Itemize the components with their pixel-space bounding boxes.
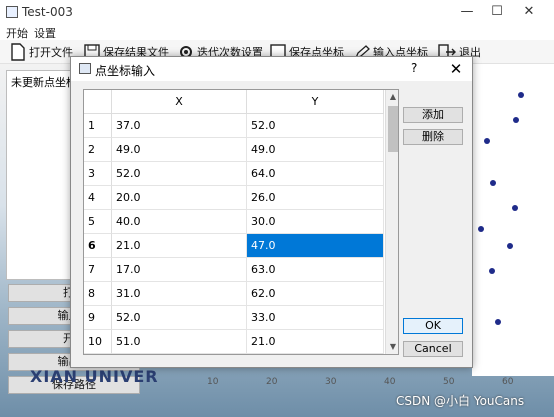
cell-y[interactable]: 64.0 bbox=[247, 162, 384, 186]
plot-point bbox=[513, 117, 519, 123]
scatter-plot bbox=[472, 64, 554, 376]
plot-point bbox=[507, 243, 513, 249]
x-tick: 30 bbox=[325, 377, 337, 387]
file-icon bbox=[11, 43, 25, 61]
dialog-title-bar: 点坐标输入 ? ✕ bbox=[71, 57, 472, 81]
add-button[interactable]: 添加 bbox=[403, 107, 463, 123]
row-header[interactable]: 9 bbox=[84, 306, 112, 330]
point-input-dialog: 点坐标输入 ? ✕ X Y 1 37.0 52.0 2 49.0 49.0 3 52.0 64.… bbox=[70, 56, 473, 368]
x-tick: 40 bbox=[384, 377, 396, 387]
cell-x[interactable]: 21.0 bbox=[112, 234, 247, 258]
row-header[interactable]: 7 bbox=[84, 258, 112, 282]
menu-settings[interactable]: 设置 bbox=[34, 25, 56, 41]
row-header[interactable]: 4 bbox=[84, 186, 112, 210]
cell-y[interactable]: 52.0 bbox=[247, 114, 384, 138]
row-header[interactable]: 1 bbox=[84, 114, 112, 138]
cell-x[interactable]: 20.0 bbox=[112, 186, 247, 210]
dialog-title: 点坐标输入 bbox=[95, 64, 156, 78]
x-tick: 50 bbox=[443, 377, 455, 387]
row-header[interactable]: 6 bbox=[84, 234, 112, 258]
cell-y[interactable]: 47.0 bbox=[247, 234, 384, 258]
help-button[interactable]: ? bbox=[411, 61, 417, 75]
menu-bar: 开始 设置 bbox=[0, 24, 554, 40]
row-header[interactable]: 2 bbox=[84, 138, 112, 162]
plot-canvas bbox=[478, 92, 524, 325]
title-bar: Test-003 — ☐ ✕ bbox=[0, 0, 554, 24]
row-header[interactable]: 8 bbox=[84, 282, 112, 306]
watermark: CSDN @小白 YouCans bbox=[396, 394, 525, 408]
open-file-label: 打开文件 bbox=[29, 46, 73, 59]
window-title: Test-003 bbox=[22, 5, 73, 19]
column-header-x[interactable]: X bbox=[112, 90, 247, 114]
cancel-button[interactable]: Cancel bbox=[403, 341, 463, 357]
x-tick: 10 bbox=[207, 377, 219, 387]
plot-point bbox=[495, 319, 501, 325]
close-icon[interactable]: ✕ bbox=[514, 2, 544, 22]
x-tick: 60 bbox=[502, 377, 514, 387]
status-text: 未更新点坐标 bbox=[11, 76, 77, 89]
cell-x[interactable]: 52.0 bbox=[112, 306, 247, 330]
cell-x[interactable]: 52.0 bbox=[112, 162, 247, 186]
app-icon bbox=[6, 6, 18, 18]
table-corner[interactable] bbox=[84, 90, 112, 114]
minimize-icon[interactable]: — bbox=[452, 2, 482, 22]
close-icon[interactable]: ✕ bbox=[445, 58, 467, 80]
cell-y[interactable]: 49.0 bbox=[247, 138, 384, 162]
plot-point bbox=[484, 138, 490, 144]
maximize-icon[interactable]: ☐ bbox=[482, 2, 512, 22]
row-header[interactable]: 5 bbox=[84, 210, 112, 234]
coordinate-table: X Y 1 37.0 52.0 2 49.0 49.0 3 52.0 64.0 4 20.0 26.0… bbox=[83, 89, 399, 355]
plot-point bbox=[478, 226, 484, 232]
table-scrollbar[interactable]: ▲ ▼ bbox=[385, 90, 398, 354]
open-file-button[interactable]: 打开文件 bbox=[10, 42, 73, 62]
plot-point bbox=[489, 268, 495, 274]
plot-point bbox=[512, 205, 518, 211]
cell-x[interactable]: 51.0 bbox=[112, 330, 247, 354]
x-tick: 20 bbox=[266, 377, 278, 387]
cell-y[interactable]: 63.0 bbox=[247, 258, 384, 282]
delete-button[interactable]: 删除 bbox=[403, 129, 463, 145]
cell-x[interactable]: 40.0 bbox=[112, 210, 247, 234]
cell-y[interactable]: 33.0 bbox=[247, 306, 384, 330]
row-header[interactable]: 10 bbox=[84, 330, 112, 354]
cell-x[interactable]: 37.0 bbox=[112, 114, 247, 138]
cell-y[interactable]: 62.0 bbox=[247, 282, 384, 306]
plot-point bbox=[518, 92, 524, 98]
menu-start[interactable]: 开始 bbox=[6, 25, 28, 41]
ok-button[interactable]: OK bbox=[403, 318, 463, 334]
cell-y[interactable]: 21.0 bbox=[247, 330, 384, 354]
scroll-down-icon[interactable]: ▼ bbox=[386, 340, 398, 354]
cell-y[interactable]: 26.0 bbox=[247, 186, 384, 210]
cell-x[interactable]: 49.0 bbox=[112, 138, 247, 162]
cell-y[interactable]: 30.0 bbox=[247, 210, 384, 234]
plot-point bbox=[490, 180, 496, 186]
cell-x[interactable]: 31.0 bbox=[112, 282, 247, 306]
scroll-up-icon[interactable]: ▲ bbox=[386, 90, 398, 104]
university-logo-text: XIAN UNIVER bbox=[30, 367, 159, 386]
dialog-icon bbox=[79, 63, 91, 74]
scroll-thumb[interactable] bbox=[388, 106, 398, 152]
row-header[interactable]: 3 bbox=[84, 162, 112, 186]
cell-x[interactable]: 17.0 bbox=[112, 258, 247, 282]
column-header-y[interactable]: Y bbox=[247, 90, 384, 114]
